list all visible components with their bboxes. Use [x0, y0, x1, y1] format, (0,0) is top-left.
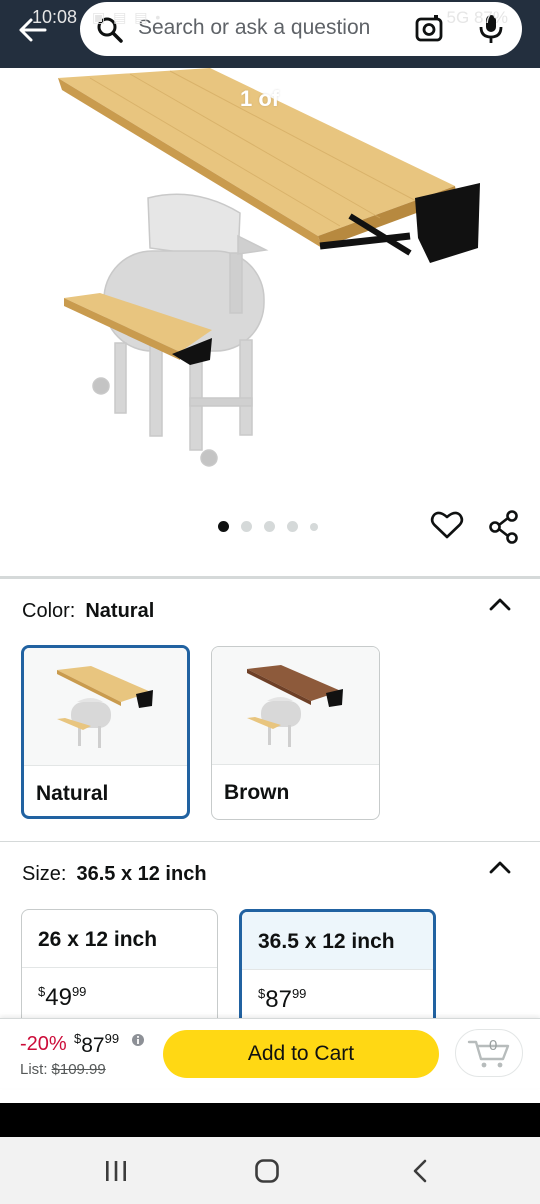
carousel-dots[interactable]: [218, 521, 330, 532]
chevron-up-icon[interactable]: [488, 859, 512, 875]
carousel-dot[interactable]: [287, 521, 298, 532]
color-label: Color: Natural: [22, 600, 154, 623]
battery-level: 87%: [473, 8, 508, 27]
color-thumbnail: [24, 648, 187, 766]
color-label-text: Color:: [22, 600, 76, 622]
size-label: Size: 36.5 x 12 inch: [22, 863, 207, 886]
carousel-dot[interactable]: [310, 522, 318, 531]
color-option-label: Natural: [36, 782, 109, 805]
section-divider: [0, 576, 540, 579]
heart-icon[interactable]: [430, 510, 464, 540]
natural-shelf-thumbnail: [56, 665, 153, 748]
current-price: $8799: [74, 1031, 120, 1057]
home-button[interactable]: [247, 1157, 287, 1185]
brown-shelf-thumbnail: [246, 664, 343, 747]
color-option-label: Brown: [224, 781, 290, 804]
notification-icons: ▣ ▤ ▤ •: [92, 9, 163, 25]
color-option-brown[interactable]: Brown: [211, 646, 380, 820]
info-icon[interactable]: [131, 1033, 145, 1047]
color-selected-value: Natural: [85, 600, 155, 622]
top-bar: 10:08 ▣ ▤ ▤ • 5G 87% Search or ask a que…: [0, 0, 540, 68]
buy-bar: -20% $8799 List: $109.99 Add to Cart 0: [0, 1018, 540, 1088]
size-option-label: 36.5 x 12 inch: [242, 912, 433, 970]
color-thumbnail: [212, 647, 379, 765]
product-image-carousel[interactable]: 1 of: [0, 68, 540, 576]
product-image: [58, 68, 480, 467]
discount-badge: -20%: [20, 1033, 67, 1055]
home-icon: [255, 1159, 279, 1183]
recent-apps-icon: [106, 1161, 126, 1181]
size-option-label: 26 x 12 inch: [22, 910, 217, 968]
image-counter: 1 of: [240, 86, 280, 111]
cart-button[interactable]: 0: [455, 1029, 523, 1077]
list-price: List: $109.99: [20, 1061, 106, 1078]
add-to-cart-button[interactable]: Add to Cart: [163, 1030, 439, 1078]
size-option-price: $8799: [258, 986, 307, 1013]
section-divider: [0, 841, 540, 842]
search-input[interactable]: Search or ask a question: [138, 16, 370, 40]
system-nav-bar: [0, 1137, 540, 1204]
status-indicators: 5G 87%: [447, 8, 508, 28]
color-option-natural[interactable]: Natural: [21, 645, 190, 819]
share-icon[interactable]: [488, 510, 520, 544]
carousel-dot[interactable]: [218, 521, 229, 532]
network-label: 5G: [446, 8, 470, 27]
chevron-left-icon: [413, 1159, 427, 1183]
recent-apps-button[interactable]: [96, 1157, 136, 1185]
chevron-up-icon[interactable]: [488, 596, 512, 612]
size-label-text: Size:: [22, 863, 67, 885]
status-time: 10:08: [32, 7, 78, 27]
cart-count: 0: [489, 1037, 498, 1054]
size-option-price: $4999: [38, 984, 87, 1011]
gesture-strip: [0, 1103, 540, 1137]
camera-icon[interactable]: [414, 14, 444, 44]
size-selected-value: 36.5 x 12 inch: [76, 863, 207, 885]
carousel-dot[interactable]: [241, 521, 252, 532]
system-back-button[interactable]: [400, 1157, 440, 1185]
carousel-dot[interactable]: [264, 521, 275, 532]
